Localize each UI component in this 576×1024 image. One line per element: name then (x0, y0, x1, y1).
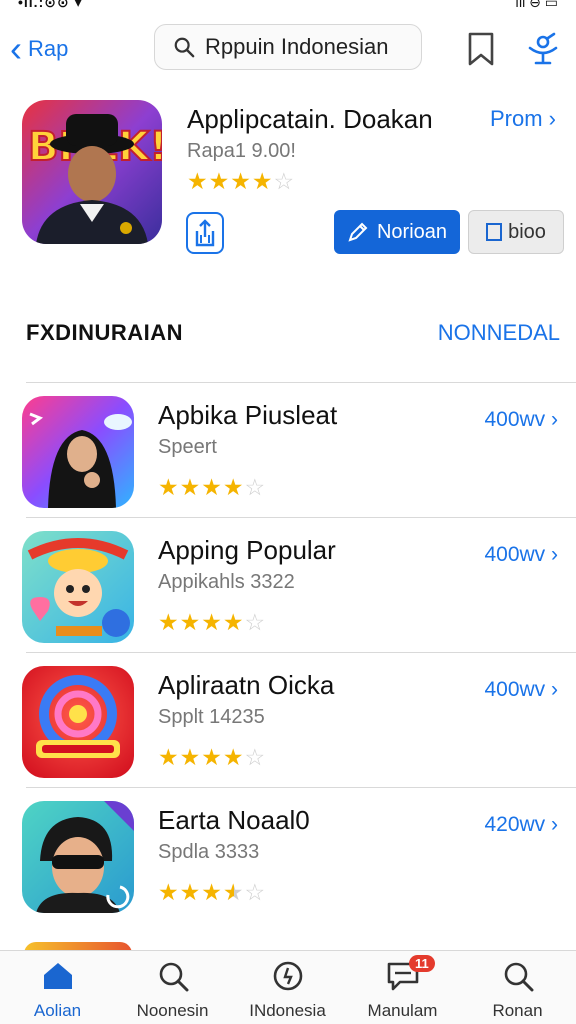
star-icon: ★ (208, 168, 231, 194)
secondary-button-label: bioo (508, 220, 546, 243)
star-icon: ★ (179, 744, 202, 770)
divider (26, 382, 576, 383)
search-field[interactable]: Rppuin Indonesian (154, 24, 422, 70)
pen-icon (348, 222, 368, 242)
star-rating: ★★★★☆ (158, 879, 266, 906)
tab-label: Aolian (33, 1001, 82, 1020)
bookmark-icon[interactable] (466, 32, 496, 66)
section-see-all-link[interactable]: NONNEDAL (438, 320, 560, 346)
app-icon[interactable] (22, 666, 134, 778)
back-button[interactable]: ‹ Rap (10, 30, 68, 68)
app-price-link[interactable]: 400wv › (484, 543, 558, 567)
tab-home[interactable]: Aolian (0, 959, 115, 1023)
tab-label: Noonesin (136, 1001, 209, 1020)
star-icon: ★ (222, 879, 245, 905)
back-label: Rap (28, 36, 69, 61)
star-icon: ★ (187, 168, 209, 194)
star-icon: ☆ (244, 474, 267, 500)
star-icon: ☆ (244, 609, 267, 635)
share-icon (195, 219, 215, 247)
featured-app-icon[interactable]: BRZK! (22, 100, 162, 244)
star-rating: ★★★★☆ (158, 609, 266, 636)
tab-messages[interactable]: 11 Manulam (345, 955, 460, 1023)
search-text: Rppuin Indonesian (205, 34, 389, 59)
section-title: FXDINURAIAN (26, 320, 184, 345)
list-item[interactable]: Earta Noaal0 Spdla 3333 ★★★★☆ 420wv › (0, 787, 576, 922)
status-right: ıll ⊖ ▭ (515, 0, 558, 10)
featured-app-title[interactable]: Applipcatain. Doakan (187, 104, 433, 135)
star-icon: ★ (158, 609, 180, 635)
star-icon: ★ (201, 879, 223, 905)
tab-updates[interactable]: INdonesia (230, 959, 345, 1023)
list-item[interactable]: Apbika Piusleat Speert ★★★★☆ 400wv › (0, 382, 576, 517)
star-icon: ★ (158, 744, 180, 770)
star-icon: ★ (251, 168, 274, 194)
star-icon: ★ (158, 474, 180, 500)
square-icon (486, 223, 503, 241)
app-name[interactable]: Apbika Piusleat (158, 400, 337, 431)
star-rating: ★★★★☆ (187, 168, 295, 195)
home-icon (41, 959, 75, 993)
star-rating: ★★★★☆ (158, 474, 266, 501)
app-name[interactable]: Apliraatn Oicka (158, 670, 334, 701)
install-button-label: Norioan (376, 220, 448, 243)
star-icon: ★ (222, 609, 245, 635)
share-button[interactable] (186, 212, 224, 254)
app-subtitle: Spdla 3333 (158, 841, 260, 863)
star-icon: ★ (158, 879, 180, 905)
star-icon: ★ (201, 609, 223, 635)
app-subtitle: Speert (158, 436, 217, 458)
star-icon: ★ (222, 744, 245, 770)
star-icon: ☆ (273, 168, 296, 194)
search-icon (501, 959, 535, 993)
star-icon: ★ (179, 474, 202, 500)
star-icon: ★ (179, 609, 202, 635)
app-subtitle: Appikahls 3322 (158, 571, 295, 593)
list-item[interactable]: Apping Popular Appikahls 3322 ★★★★☆ 400w… (0, 517, 576, 652)
clock-icon (271, 959, 305, 993)
tab-search[interactable]: Noonesin (115, 959, 230, 1023)
app-name[interactable]: Apping Popular (158, 535, 336, 566)
star-rating: ★★★★☆ (158, 744, 266, 771)
install-button[interactable]: Norioan (334, 210, 460, 254)
app-price-link[interactable]: 420wv › (484, 813, 558, 837)
star-icon: ★ (222, 474, 245, 500)
app-subtitle: Spplt 14235 (158, 706, 265, 728)
chevron-left-icon: ‹ (10, 28, 22, 69)
section-header: FXDINURAIAN NONNEDAL (0, 316, 576, 356)
star-icon: ★ (230, 168, 252, 194)
app-name[interactable]: Earta Noaal0 (158, 805, 310, 836)
search-icon (156, 959, 190, 993)
app-price-link[interactable]: 400wv › (484, 678, 558, 702)
search-icon (174, 37, 195, 58)
assistant-icon[interactable] (526, 32, 560, 66)
list-item[interactable]: Apliraatn Oicka Spplt 14235 ★★★★☆ 400wv … (0, 652, 576, 787)
featured-app-subtitle: Rapa1 9.00! (187, 140, 296, 162)
app-icon[interactable] (22, 801, 134, 913)
star-icon: ★ (201, 474, 223, 500)
status-left: •ıl.:⊙⊙ ▾ (18, 0, 83, 10)
divider (26, 652, 576, 653)
notification-badge: 11 (409, 955, 435, 972)
app-price-link[interactable]: 400wv › (484, 408, 558, 432)
divider (26, 517, 576, 518)
secondary-button[interactable]: bioo (468, 210, 564, 254)
star-icon: ☆ (244, 879, 267, 905)
tab-label: Manulam (367, 1001, 438, 1020)
star-icon: ☆ (244, 744, 267, 770)
featured-app: BRZK! Applipcatain. Doakan Rapa1 9.00! ★… (0, 90, 576, 270)
tab-label: Ronan (492, 1001, 543, 1020)
tab-bar: Aolian Noonesin INdonesia 11 Manulam Ron… (0, 950, 576, 1024)
app-list: Apbika Piusleat Speert ★★★★☆ 400wv › App… (0, 382, 576, 922)
app-icon[interactable] (22, 396, 134, 508)
tab-search-2[interactable]: Ronan (460, 959, 575, 1023)
tab-label: INdonesia (249, 1001, 326, 1020)
divider (26, 787, 576, 788)
star-icon: ★ (179, 879, 202, 905)
status-bar: •ıl.:⊙⊙ ▾ ıll ⊖ ▭ (0, 0, 576, 12)
star-icon: ★ (201, 744, 223, 770)
app-icon[interactable] (22, 531, 134, 643)
promo-link[interactable]: Prom › (490, 106, 556, 132)
navigation-bar: ‹ Rap Rppuin Indonesian (0, 18, 576, 82)
